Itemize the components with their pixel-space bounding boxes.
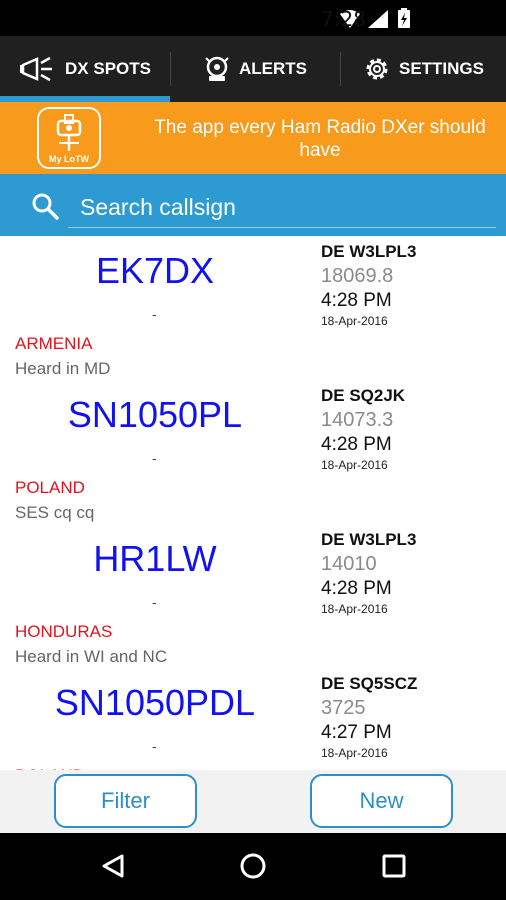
spot-frequency: 3725: [321, 697, 366, 719]
spot-list[interactable]: EK7DX - DE W3LPL3 18069.8 4:28 PM 18-Apr…: [0, 236, 506, 833]
spot-row[interactable]: SN1050PL - DE SQ2JK 14073.3 4:28 PM 18-A…: [0, 380, 506, 524]
my-lotw-logo[interactable]: My LoTW: [37, 107, 101, 169]
tab-dx-spots[interactable]: DX SPOTS: [0, 36, 170, 102]
tab-settings[interactable]: SETTINGS: [341, 36, 506, 102]
spot-dash: -: [152, 594, 157, 610]
banner-text: The app every Ham Radio DXer should have: [154, 117, 486, 161]
spot-date: 18-Apr-2016: [321, 746, 388, 760]
logo-text: My LoTW: [49, 154, 89, 164]
spot-country: HONDURAS: [15, 622, 113, 641]
spot-date: 18-Apr-2016: [321, 314, 388, 328]
spot-dash: -: [152, 306, 157, 322]
spot-callsign: SN1050PDL: [54, 682, 256, 723]
spot-callsign: HR1LW: [93, 538, 217, 579]
search-icon[interactable]: [30, 191, 60, 226]
spot-frequency: 14073.3: [321, 409, 394, 431]
tab-bar: DX SPOTS ALERTS SETTINGS: [0, 36, 506, 102]
tab-dx-spots-label: DX SPOTS: [65, 59, 151, 78]
recents-icon: [382, 854, 406, 878]
spot-dash: -: [152, 738, 157, 754]
spot-spotter: DE W3LPL3: [321, 530, 417, 549]
spot-callsign: SN1050PL: [67, 394, 243, 435]
spot-date: 18-Apr-2016: [321, 458, 388, 472]
alarm-bell-icon: [203, 55, 231, 83]
tab-settings-label: SETTINGS: [398, 59, 484, 78]
spot-row[interactable]: EK7DX - DE W3LPL3 18069.8 4:28 PM 18-Apr…: [0, 236, 506, 380]
nav-bar: [0, 833, 506, 900]
spot-frequency: 18069.8: [321, 265, 394, 287]
spot-country: POLAND: [15, 478, 85, 497]
spot-row[interactable]: HR1LW - DE W3LPL3 14010 4:28 PM 18-Apr-2…: [0, 524, 506, 668]
spot-frequency: 14010: [321, 553, 377, 575]
spot-time: 4:28 PM: [321, 578, 392, 599]
spot-time: 4:27 PM: [321, 722, 392, 743]
spot-spotter: DE W3LPL3: [321, 242, 417, 261]
spot-comment: Heard in MD: [15, 359, 111, 378]
back-icon: [102, 854, 124, 878]
spot-time: 4:28 PM: [321, 434, 392, 455]
spot-date: 18-Apr-2016: [321, 602, 388, 616]
spot-dash: -: [152, 450, 157, 466]
tab-alerts[interactable]: ALERTS: [171, 36, 339, 102]
status-time: 7:28: [321, 7, 366, 31]
spot-spotter: DE SQ5SCZ: [321, 674, 418, 693]
tab-alerts-label: ALERTS: [239, 59, 307, 78]
home-icon: [240, 853, 266, 879]
spot-spotter: DE SQ2JK: [321, 386, 406, 405]
spot-callsign: EK7DX: [95, 250, 215, 291]
megaphone-icon: [19, 56, 57, 82]
new-button[interactable]: New: [310, 774, 453, 828]
status-bar: 7:28: [0, 0, 506, 36]
search-input[interactable]: [68, 188, 496, 228]
spot-comment: Heard in WI and NC: [15, 647, 168, 666]
filter-button[interactable]: Filter: [54, 774, 197, 828]
gear-icon: [363, 55, 391, 83]
spot-time: 4:28 PM: [321, 290, 392, 311]
spot-country: ARMENIA: [15, 334, 93, 353]
spot-comment: SES cq cq: [15, 503, 95, 522]
